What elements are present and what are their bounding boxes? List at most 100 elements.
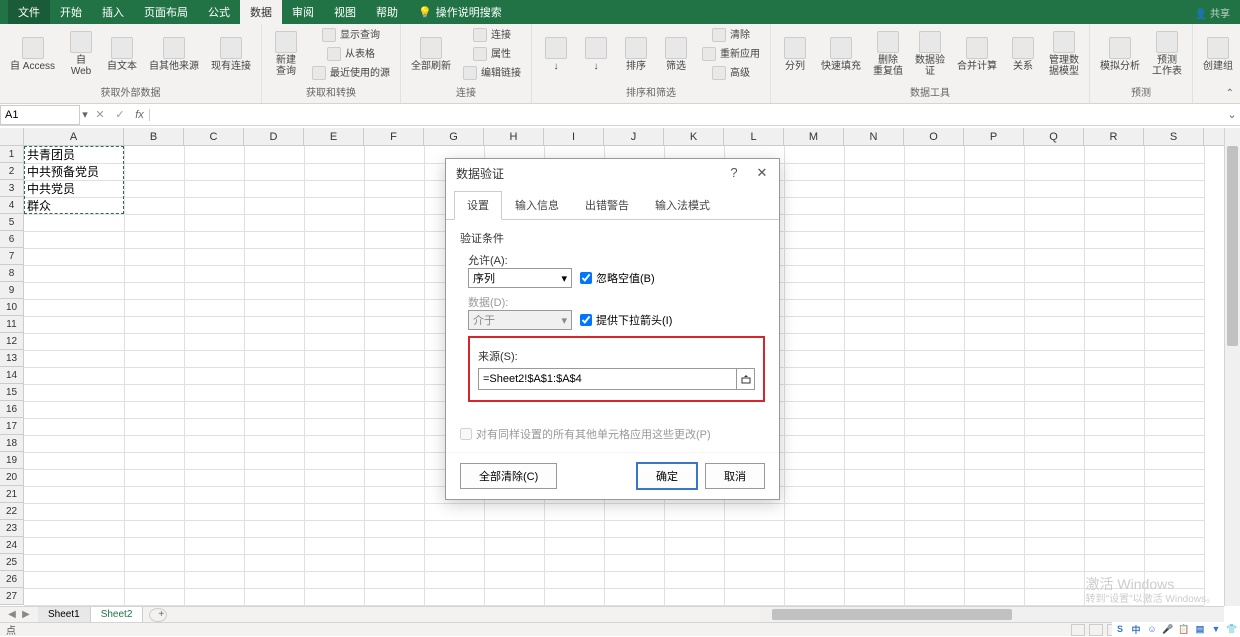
ribbon-button[interactable]: 快速填充 — [817, 35, 865, 74]
ribbon-button[interactable]: 属性 — [459, 45, 525, 63]
row-header[interactable]: 18 — [0, 435, 24, 452]
ribbon-button[interactable]: 预测工作表 — [1148, 29, 1186, 79]
row-header[interactable]: 21 — [0, 486, 24, 503]
column-header[interactable]: G — [424, 128, 484, 145]
sheet-tab[interactable]: Sheet1 — [38, 607, 91, 623]
formula-bar-expand-icon[interactable]: ⌄ — [1224, 108, 1240, 121]
ribbon-button[interactable]: 排序 — [618, 35, 654, 74]
row-header[interactable]: 2 — [0, 163, 24, 180]
add-sheet-button[interactable]: + — [149, 608, 167, 622]
row-header[interactable]: 10 — [0, 299, 24, 316]
row-header[interactable]: 9 — [0, 282, 24, 299]
ribbon-button[interactable]: 最近使用的源 — [308, 64, 394, 82]
source-input[interactable] — [479, 369, 736, 389]
column-header[interactable]: A — [24, 128, 124, 145]
ribbon-button[interactable]: 高级 — [698, 64, 764, 82]
ribbon-button[interactable]: 新建查询 — [268, 29, 304, 79]
column-header[interactable]: E — [304, 128, 364, 145]
column-header[interactable]: B — [124, 128, 184, 145]
ignore-blank-checkbox[interactable]: 忽略空值(B) — [580, 270, 655, 286]
cancel-button[interactable]: 取消 — [705, 463, 765, 489]
row-header[interactable]: 27 — [0, 588, 24, 605]
view-normal-icon[interactable] — [1071, 624, 1085, 636]
row-header[interactable]: 19 — [0, 452, 24, 469]
dialog-tab[interactable]: 设置 — [454, 191, 502, 220]
ribbon-button[interactable]: 分列 — [777, 35, 813, 74]
ribbon-button[interactable]: 合并计算 — [953, 35, 1001, 74]
ribbon-button[interactable]: 编辑链接 — [459, 64, 525, 82]
cell-value[interactable]: 群众 — [24, 197, 54, 215]
dialog-help-button[interactable]: ? — [727, 165, 741, 181]
row-header[interactable]: 4 — [0, 197, 24, 214]
row-header[interactable]: 15 — [0, 384, 24, 401]
fx-icon[interactable]: fx — [130, 109, 150, 121]
ime-icon[interactable]: ☺ — [1145, 623, 1159, 635]
sheet-tab[interactable]: Sheet2 — [91, 607, 144, 623]
ribbon-button[interactable]: 创建组 — [1199, 35, 1237, 74]
menu-item[interactable]: 审阅 — [282, 0, 324, 24]
column-header[interactable]: N — [844, 128, 904, 145]
ime-icon[interactable]: 🎤 — [1161, 623, 1175, 635]
menu-item[interactable]: 文件 — [8, 0, 50, 24]
scrollbar-thumb[interactable] — [1227, 146, 1238, 346]
row-header[interactable]: 13 — [0, 350, 24, 367]
ribbon-button[interactable]: 自Web — [63, 29, 99, 79]
allow-select[interactable]: 序列▾ — [468, 268, 572, 288]
ribbon-button[interactable]: ↓ — [538, 35, 574, 74]
row-header[interactable]: 11 — [0, 316, 24, 333]
ok-button[interactable]: 确定 — [637, 463, 697, 489]
search-wrap[interactable]: 💡 操作说明搜索 — [408, 0, 512, 24]
dialog-tab[interactable]: 输入信息 — [502, 191, 572, 219]
ribbon-button[interactable]: 全部刷新 — [407, 35, 455, 74]
row-header[interactable]: 22 — [0, 503, 24, 520]
dialog-close-button[interactable]: ✕ — [755, 165, 769, 181]
row-header[interactable]: 26 — [0, 571, 24, 588]
ribbon-button[interactable]: ↓ — [578, 35, 614, 74]
ime-icon[interactable]: 👕 — [1225, 623, 1239, 635]
column-header[interactable]: Q — [1024, 128, 1084, 145]
row-header[interactable]: 6 — [0, 231, 24, 248]
ribbon-button[interactable]: 管理数据模型 — [1045, 29, 1083, 79]
select-all-corner[interactable] — [0, 128, 24, 145]
ribbon-button[interactable]: 重新应用 — [698, 45, 764, 63]
ribbon-button[interactable]: 连接 — [459, 26, 525, 44]
column-header[interactable]: L — [724, 128, 784, 145]
ribbon-button[interactable]: 现有连接 — [207, 35, 255, 74]
dropdown-arrow-checkbox[interactable]: 提供下拉箭头(I) — [580, 312, 672, 328]
row-header[interactable]: 14 — [0, 367, 24, 384]
column-header[interactable]: K — [664, 128, 724, 145]
ribbon-button[interactable]: 模拟分析 — [1096, 35, 1144, 74]
name-box-dropdown[interactable]: ▾ — [80, 108, 90, 121]
column-header[interactable]: F — [364, 128, 424, 145]
column-header[interactable]: S — [1144, 128, 1204, 145]
row-header[interactable]: 25 — [0, 554, 24, 571]
column-header[interactable]: H — [484, 128, 544, 145]
menu-item[interactable]: 插入 — [92, 0, 134, 24]
sheet-nav-next-icon[interactable]: ▶ — [20, 609, 32, 620]
ribbon-button[interactable]: 显示查询 — [308, 26, 394, 44]
clear-all-button[interactable]: 全部清除(C) — [460, 463, 557, 489]
row-header[interactable]: 12 — [0, 333, 24, 350]
view-pagelayout-icon[interactable] — [1089, 624, 1103, 636]
cell-value[interactable]: 共青团员 — [24, 146, 78, 164]
column-header[interactable]: J — [604, 128, 664, 145]
menu-item[interactable]: 视图 — [324, 0, 366, 24]
ribbon-button[interactable]: 清除 — [698, 26, 764, 44]
row-header[interactable]: 20 — [0, 469, 24, 486]
row-header[interactable]: 24 — [0, 537, 24, 554]
ime-icon[interactable]: 中 — [1129, 623, 1143, 635]
column-header[interactable]: M — [784, 128, 844, 145]
row-header[interactable]: 1 — [0, 146, 24, 163]
column-header[interactable]: O — [904, 128, 964, 145]
column-header[interactable]: I — [544, 128, 604, 145]
ribbon-button[interactable]: 删除重复值 — [869, 29, 907, 79]
formula-accept-icon[interactable]: ✓ — [110, 108, 130, 121]
ime-icon[interactable]: 📋 — [1177, 623, 1191, 635]
ribbon-button[interactable]: 自文本 — [103, 35, 141, 74]
row-header[interactable]: 3 — [0, 180, 24, 197]
row-header[interactable]: 5 — [0, 214, 24, 231]
menu-item[interactable]: 开始 — [50, 0, 92, 24]
formula-cancel-icon[interactable]: ✕ — [90, 108, 110, 121]
ribbon-button[interactable]: 数据验证 — [911, 29, 949, 79]
ime-icon[interactable]: ▤ — [1193, 623, 1207, 635]
